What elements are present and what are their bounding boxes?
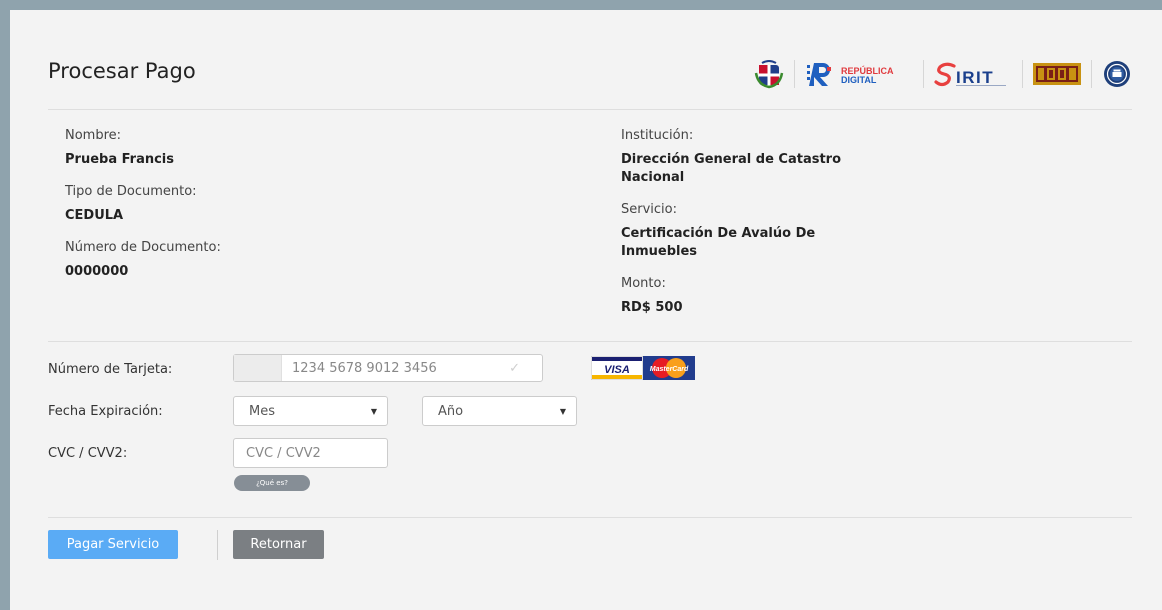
logo-strip: REPÚBLICA DIGITAL IRIT <box>754 54 1132 94</box>
name-label: Nombre: <box>65 128 122 143</box>
pay-service-button[interactable]: Pagar Servicio <box>48 530 178 559</box>
institution-label: Institución: <box>621 128 694 143</box>
payment-card: Procesar Pago REPÚBLICA DIGITAL IRIT Nom… <box>10 10 1162 610</box>
service-info: Institución: Dirección General de Catast… <box>621 127 881 331</box>
svg-text:MasterCard: MasterCard <box>650 366 689 373</box>
back-button[interactable]: Retornar <box>233 530 324 559</box>
cvc-placeholder: CVC / CVV2 <box>246 445 321 461</box>
logo-divider <box>923 60 924 88</box>
svg-text:IRIT: IRIT <box>956 68 994 87</box>
visa-icon: VISA <box>591 356 643 380</box>
check-icon: ✓ <box>509 360 520 376</box>
card-number-label: Número de Tarjeta: <box>48 362 173 377</box>
institution-value: Dirección General de Catastro Nacional <box>621 152 842 185</box>
svg-text:VISA: VISA <box>604 364 630 376</box>
cvc-input[interactable]: CVC / CVV2 <box>233 438 388 468</box>
doc-type-value: CEDULA <box>65 208 124 223</box>
coat-of-arms-icon <box>754 59 784 89</box>
button-separator <box>217 530 218 560</box>
chevron-down-icon: ▼ <box>559 406 566 416</box>
logo-divider <box>1091 60 1092 88</box>
service-value: Certificación De Avalúo De Inmuebles <box>621 226 816 259</box>
logo-divider <box>1022 60 1023 88</box>
divider <box>48 341 1132 342</box>
sirit-logo-icon: IRIT <box>934 59 1012 89</box>
doc-number-value: 0000000 <box>65 264 129 279</box>
month-select-value: Mes <box>249 403 275 419</box>
cvc-label: CVC / CVV2: <box>48 446 128 461</box>
card-number-placeholder: 1234 5678 9012 3456 <box>292 360 437 376</box>
card-brands: VISA MasterCard <box>591 356 695 380</box>
page-title: Procesar Pago <box>48 59 196 83</box>
header: Procesar Pago REPÚBLICA DIGITAL IRIT <box>48 54 1132 110</box>
svg-text:DIGITAL: DIGITAL <box>841 75 877 85</box>
doc-type-label: Tipo de Documento: <box>65 184 197 199</box>
card-number-input[interactable]: 1234 5678 9012 3456 ✓ <box>233 354 543 382</box>
chevron-down-icon: ▼ <box>370 406 377 416</box>
month-select[interactable]: Mes ▼ <box>233 396 388 426</box>
institution-logo-icon <box>1033 61 1081 87</box>
mastercard-icon: MasterCard <box>643 356 695 380</box>
amount-label: Monto: <box>621 276 666 291</box>
year-select-value: Año <box>438 403 464 419</box>
seal-icon <box>1102 59 1132 89</box>
logo-divider <box>794 60 795 88</box>
expiry-label: Fecha Expiración: <box>48 404 163 419</box>
republica-digital-logo-icon: REPÚBLICA DIGITAL <box>805 59 913 89</box>
divider <box>48 517 1132 518</box>
name-value: Prueba Francis <box>65 152 175 167</box>
card-type-placeholder-icon <box>234 355 282 381</box>
doc-number-label: Número de Documento: <box>65 240 221 255</box>
whats-this-button[interactable]: ¿Qué es? <box>234 475 310 491</box>
amount-value: RD$ 500 <box>621 300 683 315</box>
payer-info: Nombre: Prueba Francis Tipo de Documento… <box>65 127 221 295</box>
service-label: Servicio: <box>621 202 677 217</box>
year-select[interactable]: Año ▼ <box>422 396 577 426</box>
